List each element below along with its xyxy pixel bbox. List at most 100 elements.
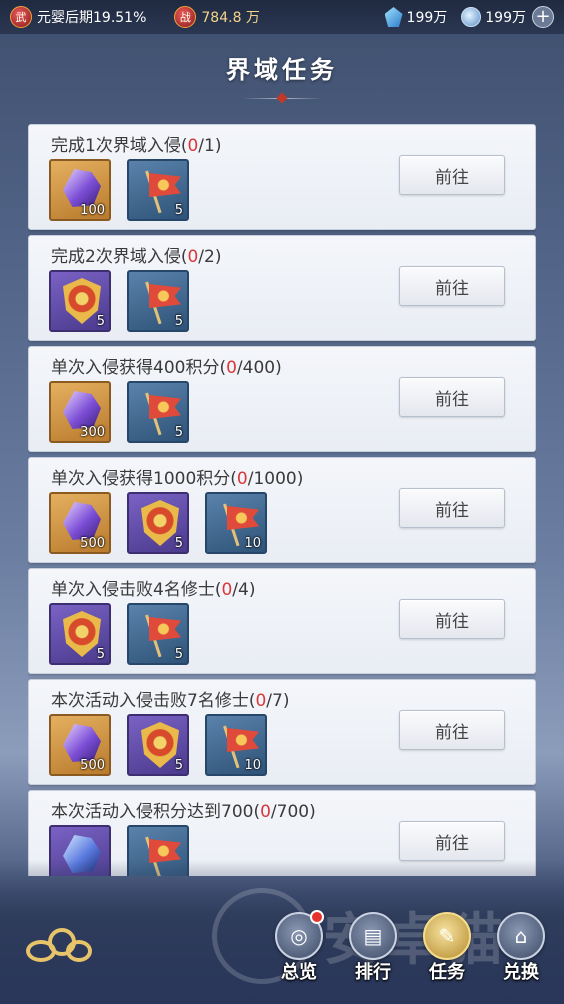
exchange-icon: ⌂ xyxy=(497,912,545,960)
goto-button[interactable]: 前往 xyxy=(399,599,505,639)
reward-item[interactable]: 5 xyxy=(127,270,189,332)
reward-quantity: 5 xyxy=(96,647,105,662)
task-title: 单次入侵击败4名修士(0/4) xyxy=(51,575,255,600)
power-value: 784.8 万 xyxy=(201,10,260,26)
goto-button[interactable]: 前往 xyxy=(399,821,505,861)
reward-item[interactable]: 5 xyxy=(127,603,189,665)
task-title-text: 单次入侵获得1000积分( xyxy=(51,469,237,489)
title-ornament xyxy=(242,94,322,104)
page-title: 界域任务 xyxy=(226,55,338,84)
task-progress-target: /4) xyxy=(232,580,256,600)
reward-item[interactable]: 100 xyxy=(49,159,111,221)
task-title: 完成1次界域入侵(0/1) xyxy=(51,131,221,156)
reward-item[interactable]: 5 xyxy=(127,714,189,776)
reward-quantity: 100 xyxy=(80,203,105,218)
goto-button[interactable]: 前往 xyxy=(399,266,505,306)
reward-quantity: 5 xyxy=(174,758,183,773)
reward-item[interactable]: 10 xyxy=(205,714,267,776)
task-card: 单次入侵获得400积分(0/400) 300 5 前往 xyxy=(28,346,536,452)
task-progress-current: 0 xyxy=(260,802,271,822)
nav-task-scroll[interactable]: ✎ 任务 xyxy=(418,908,476,992)
task-title-text: 单次入侵获得400积分( xyxy=(51,358,227,378)
crystal-icon xyxy=(63,169,101,207)
task-title-text: 本次活动入侵击败7名修士( xyxy=(51,691,256,711)
goto-button[interactable]: 前往 xyxy=(399,377,505,417)
task-progress-current: 0 xyxy=(187,136,199,156)
reward-list: 500 5 10 xyxy=(49,492,267,554)
reward-item[interactable]: 5 xyxy=(127,492,189,554)
ranking-icon: ▤ xyxy=(349,912,397,960)
reward-item[interactable]: 5 xyxy=(49,270,111,332)
task-progress-current: 0 xyxy=(187,247,199,267)
reward-list: 100 5 xyxy=(49,159,189,221)
nav-label: 排行 xyxy=(355,962,391,983)
spirit-gem-icon xyxy=(384,7,403,27)
task-progress-target: /400) xyxy=(236,358,282,378)
task-progress-current: 0 xyxy=(226,358,237,378)
reward-quantity: 5 xyxy=(96,314,105,329)
reward-item[interactable]: 10 xyxy=(205,492,267,554)
reward-quantity: 5 xyxy=(174,203,183,218)
bottom-nav: ◎ 总览 ▤ 排行 ✎ 任务 ⌂ 兑换 xyxy=(270,908,550,992)
task-progress-target: /1000) xyxy=(247,469,304,489)
notification-dot xyxy=(310,910,324,924)
nav-ranking[interactable]: ▤ 排行 xyxy=(344,908,402,992)
task-progress-target: /700) xyxy=(270,802,316,822)
reward-item[interactable]: 300 xyxy=(49,381,111,443)
task-title-text: 完成1次界域入侵( xyxy=(51,136,188,156)
reward-item[interactable]: 5 xyxy=(127,381,189,443)
reward-item[interactable]: 5 xyxy=(127,159,189,221)
task-card: 本次活动入侵击败7名修士(0/7) 500 5 10 前往 xyxy=(28,679,536,785)
task-title: 本次活动入侵击败7名修士(0/7) xyxy=(51,686,289,711)
task-progress-target: /1) xyxy=(198,136,222,156)
reward-quantity: 500 xyxy=(80,758,105,773)
reward-list: 500 5 10 xyxy=(49,714,267,776)
nav-label: 任务 xyxy=(429,962,465,983)
task-card: 完成1次界域入侵(0/1) 100 5 前往 xyxy=(28,124,536,230)
task-progress-current: 0 xyxy=(236,469,248,489)
reward-item[interactable]: 5 xyxy=(49,603,111,665)
realm-icon: 武 xyxy=(10,6,32,28)
realm-progress: 元婴后期19.51% xyxy=(37,10,147,26)
reward-list: 300 5 xyxy=(49,381,189,443)
cloud-menu-button[interactable] xyxy=(26,924,92,966)
goto-button[interactable]: 前往 xyxy=(399,155,505,195)
reward-quantity: 300 xyxy=(80,425,105,440)
add-currency-button[interactable]: + xyxy=(532,6,554,28)
task-title-text: 本次活动入侵积分达到700( xyxy=(51,802,261,822)
task-title: 本次活动入侵积分达到700(0/700) xyxy=(51,797,316,822)
task-title: 完成2次界域入侵(0/2) xyxy=(51,242,221,267)
task-title-text: 完成2次界域入侵( xyxy=(51,247,188,267)
nav-label: 兑换 xyxy=(503,962,539,983)
nav-label: 总览 xyxy=(281,962,317,983)
goto-button[interactable]: 前往 xyxy=(399,488,505,528)
shield-icon xyxy=(63,611,101,657)
reward-list: 55 xyxy=(49,603,189,665)
top-bar: 武 元婴后期19.51% 战 784.8 万 199万 199万 + xyxy=(0,0,564,34)
task-title-text: 单次入侵击败4名修士( xyxy=(51,580,222,600)
shield-icon xyxy=(141,722,179,768)
crystal-icon xyxy=(63,391,101,429)
task-progress-target: /2) xyxy=(198,247,222,267)
goto-button[interactable]: 前往 xyxy=(399,710,505,750)
reward-item[interactable]: 500 xyxy=(49,492,111,554)
task-progress-target: /7) xyxy=(266,691,290,711)
power-icon: 战 xyxy=(174,6,197,28)
reward-item[interactable]: 500 xyxy=(49,714,111,776)
task-progress-current: 0 xyxy=(221,580,233,600)
task-card: 单次入侵获得1000积分(0/1000) 500 5 10 前往 xyxy=(28,457,536,563)
reward-quantity: 10 xyxy=(244,536,261,551)
task-title: 单次入侵获得400积分(0/400) xyxy=(51,353,282,378)
gem-value: 199万 xyxy=(406,10,448,26)
reward-list: 55 xyxy=(49,270,189,332)
task-list[interactable]: 完成1次界域入侵(0/1) 100 5 前往 完成2次界域入侵(0/2) 5 5 前往 单次入侵… xyxy=(28,124,536,876)
reward-quantity: 5 xyxy=(174,425,183,440)
task-card: 单次入侵击败4名修士(0/4) 5 5 前往 xyxy=(28,568,536,674)
spirit-coin-icon xyxy=(461,7,482,27)
task-title: 单次入侵获得1000积分(0/1000) xyxy=(51,464,303,489)
nav-exchange[interactable]: ⌂ 兑换 xyxy=(492,908,550,992)
crystal-icon xyxy=(63,502,101,540)
nav-overview[interactable]: ◎ 总览 xyxy=(270,908,328,992)
reward-quantity: 10 xyxy=(244,758,261,773)
shield-icon xyxy=(63,278,101,324)
